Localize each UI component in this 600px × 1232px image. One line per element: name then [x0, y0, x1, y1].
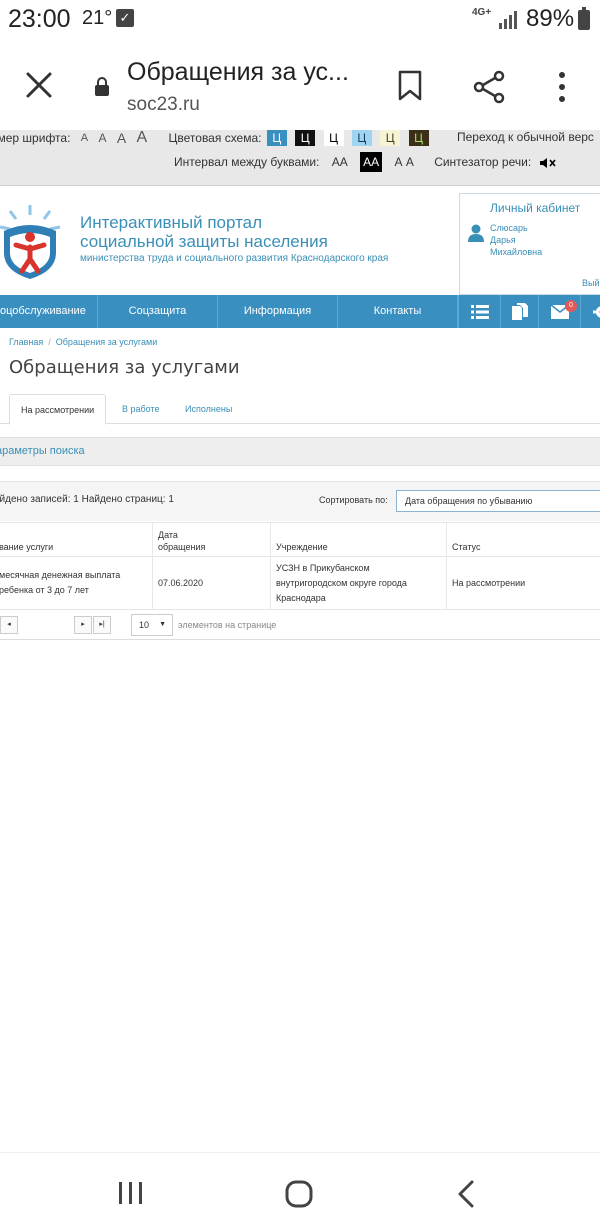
- cell-date: 07.06.2020: [152, 557, 270, 610]
- nav-item-contacts[interactable]: Контакты: [338, 295, 458, 328]
- site-header: Интерактивный портал социальной защиты н…: [0, 191, 600, 295]
- color-scheme-white-button[interactable]: Ц: [323, 130, 344, 146]
- color-scheme-label: Цветовая схема:: [168, 131, 262, 145]
- personal-cabinet-panel: Личный кабинет Слюсарь Дарья Михайловна …: [459, 193, 600, 295]
- network-type: 4G+: [472, 7, 492, 18]
- table-header: вание услуги Дата обращения Учреждение Ст…: [0, 522, 600, 558]
- close-icon[interactable]: [24, 70, 54, 100]
- android-nav-bar: [0, 1152, 600, 1232]
- home-icon[interactable]: [285, 1180, 313, 1208]
- user-icon: [468, 224, 484, 242]
- color-scheme-black-button[interactable]: Ц: [295, 130, 316, 146]
- letter-spacing-label: Интервал между буквами:: [174, 155, 320, 169]
- font-size-small-button[interactable]: A: [81, 131, 88, 145]
- column-header-date[interactable]: Дата обращения: [152, 523, 270, 558]
- column-header-service[interactable]: вание услуги: [0, 523, 153, 558]
- search-params-title[interactable]: араметры поиска: [0, 445, 85, 457]
- nav-settings-button[interactable]: [580, 295, 600, 328]
- status-bar: 23:00 21° ✓ 4G+ 89%: [0, 0, 600, 40]
- battery-level: 89%: [526, 5, 575, 32]
- browser-toolbar: Обращения за ус... soc23.ru: [0, 40, 600, 130]
- color-scheme-lightblue-button[interactable]: Ц: [351, 130, 372, 146]
- results-summary-bar: айдено записей: 1 Найдено страниц: 1 Сор…: [0, 481, 600, 521]
- search-params-panel[interactable]: араметры поиска: [0, 437, 600, 466]
- sort-label: Сортировать по:: [319, 495, 388, 505]
- recents-icon[interactable]: [117, 1181, 145, 1205]
- browser-page-title[interactable]: Обращения за ус...: [127, 58, 349, 87]
- logout-link[interactable]: Вый: [582, 278, 600, 288]
- table-row[interactable]: месячная денежная выплата ребенка от 3 до…: [0, 557, 600, 610]
- share-icon[interactable]: [473, 70, 507, 104]
- portal-logo[interactable]: [0, 201, 64, 281]
- status-tabs: На рассмотрении В работе Исполнены: [0, 394, 600, 425]
- pager-prev-button[interactable]: ◂: [0, 616, 18, 634]
- color-scheme-blue-button[interactable]: Ц: [266, 130, 287, 146]
- speech-synth-label: Синтезатор речи:: [434, 155, 532, 169]
- pager: ◂ ▸ ▸| 10 ▼ элементов на странице: [0, 610, 600, 640]
- found-records-text: айдено записей: 1 Найдено страниц: 1: [0, 494, 174, 505]
- font-size-xlarge-button[interactable]: A: [137, 130, 148, 146]
- portal-title-line1[interactable]: Интерактивный портал: [80, 213, 262, 233]
- font-size-label: змер шрифта:: [0, 131, 71, 145]
- documents-icon: [511, 302, 528, 320]
- list-icon: [470, 304, 489, 319]
- column-header-institution[interactable]: Учреждение: [270, 523, 446, 558]
- color-scheme-beige-button[interactable]: Ц: [380, 130, 401, 146]
- nav-item-information[interactable]: Информация: [218, 295, 338, 328]
- spacing-wide-button[interactable]: А А: [392, 152, 417, 172]
- nav-documents-button[interactable]: [500, 295, 538, 328]
- tab-in-progress[interactable]: В работе: [111, 394, 171, 424]
- cell-institution: УСЗН в Прикубанском внутригородском округ…: [270, 557, 446, 610]
- pager-next-button[interactable]: ▸: [74, 616, 92, 634]
- normal-version-link[interactable]: Переход к обычной верс: [457, 130, 594, 144]
- sort-select[interactable]: Дата обращения по убыванию: [396, 490, 600, 512]
- user-name[interactable]: Слюсарь Дарья Михайловна: [490, 222, 542, 258]
- breadcrumb-current[interactable]: Обращения за услугами: [56, 337, 157, 347]
- bookmark-icon[interactable]: [397, 70, 423, 102]
- browser-url[interactable]: soc23.ru: [127, 94, 200, 116]
- cell-status: На рассмотрении: [446, 557, 600, 610]
- a11y-row-spacing-speech: Интервал между буквами: АА АА А А Синтез…: [174, 152, 557, 172]
- more-menu-icon[interactable]: [553, 70, 571, 104]
- page-title: Обращения за услугами: [9, 357, 240, 378]
- nav-item-social-service[interactable]: оцобслуживание: [0, 295, 98, 328]
- cell-service: месячная денежная выплата ребенка от 3 до…: [0, 570, 121, 595]
- signal-icon: [499, 11, 519, 29]
- portal-subtitle: министерства труда и социального развити…: [80, 253, 389, 264]
- page-size-select[interactable]: 10 ▼: [131, 614, 173, 636]
- breadcrumb-separator: /: [48, 337, 51, 347]
- notification-check-icon: ✓: [116, 9, 134, 27]
- pager-last-button[interactable]: ▸|: [93, 616, 111, 634]
- spacing-normal-button[interactable]: АА: [329, 152, 351, 172]
- column-header-status[interactable]: Статус: [446, 523, 600, 558]
- speaker-mute-icon[interactable]: [539, 157, 557, 169]
- spacing-medium-button[interactable]: АА: [360, 152, 383, 172]
- font-size-large-button[interactable]: A: [117, 131, 126, 145]
- status-time: 23:00: [8, 5, 71, 33]
- breadcrumb: Главная / Обращения за услугами: [9, 337, 157, 347]
- accessibility-panel: змер шрифта: A A A A Цветовая схема: Ц Ц…: [0, 130, 600, 186]
- tab-completed[interactable]: Исполнены: [174, 394, 243, 424]
- a11y-row-font-color: змер шрифта: A A A A Цветовая схема: Ц Ц…: [0, 130, 429, 146]
- status-temperature: 21°: [82, 7, 113, 29]
- messages-count-badge: 0: [565, 300, 577, 312]
- nav-item-social-protection[interactable]: Соцзащита: [98, 295, 218, 328]
- font-size-medium-button[interactable]: A: [98, 131, 106, 145]
- color-scheme-brown-button[interactable]: Ц: [408, 130, 429, 146]
- lock-icon: [95, 77, 109, 96]
- chevron-down-icon: ▼: [159, 621, 166, 628]
- per-page-label: элементов на странице: [178, 620, 277, 630]
- breadcrumb-home[interactable]: Главная: [9, 337, 43, 347]
- portal-title-line2[interactable]: социальной защиты населения: [80, 232, 328, 252]
- main-nav: оцобслуживание Соцзащита Информация Конт…: [0, 295, 600, 328]
- back-icon[interactable]: [456, 1179, 476, 1209]
- nav-list-button[interactable]: [458, 295, 500, 328]
- tab-under-review[interactable]: На рассмотрении: [9, 394, 107, 425]
- gear-icon: [593, 305, 600, 318]
- battery-icon: [578, 7, 590, 30]
- cabinet-title[interactable]: Личный кабинет: [490, 201, 580, 215]
